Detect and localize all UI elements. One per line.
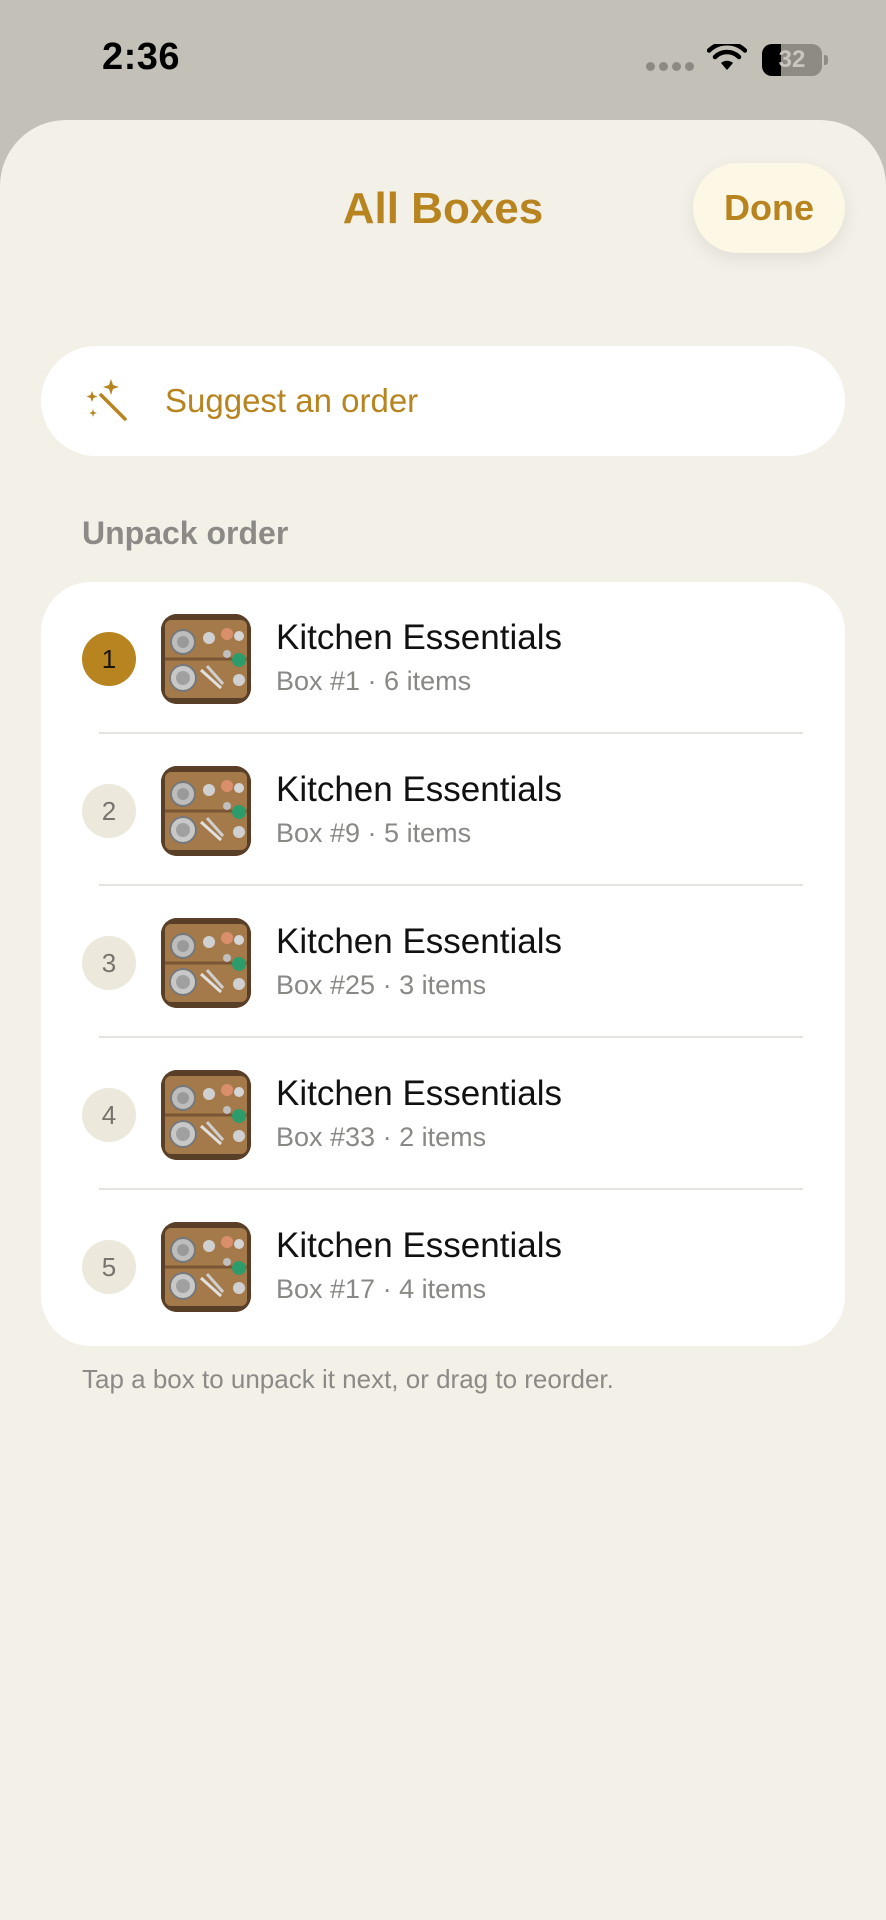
suggest-order-button[interactable]: Suggest an order — [41, 346, 845, 456]
box-subtitle: Box #9 · 5 items — [276, 818, 472, 848]
box-subtitle: Box #17 · 4 items — [276, 1274, 487, 1304]
box-thumbnail — [161, 1222, 251, 1312]
list-item[interactable]: 4 Kitchen Essentials Box #33 · 2 items — [41, 1038, 845, 1190]
box-title: Kitchen Essentials — [276, 770, 562, 809]
rank-badge: 2 — [82, 784, 136, 838]
box-title: Kitchen Essentials — [276, 922, 562, 961]
rank-badge: 1 — [82, 632, 136, 686]
status-bar: 2:36 32 — [0, 0, 886, 120]
rank-badge: 4 — [82, 1088, 136, 1142]
cellular-signal-icon — [646, 62, 694, 72]
list-item[interactable]: 5 Kitchen Essentials Box #17 · 4 items — [41, 1190, 845, 1342]
section-header-unpack-order: Unpack order — [82, 515, 289, 551]
list-item[interactable]: 1 Kitchen Essentials Box #1 · 6 items — [41, 582, 845, 734]
rank-badge: 3 — [82, 936, 136, 990]
all-boxes-sheet: All Boxes Done Suggest an order Unpack o… — [0, 120, 886, 1920]
box-thumbnail — [161, 614, 251, 704]
box-title: Kitchen Essentials — [276, 1226, 562, 1265]
unpack-order-list: 1 Kitchen Essentials Box #1 · 6 items 2 … — [41, 582, 845, 1346]
list-item[interactable]: 2 Kitchen Essentials Box #9 · 5 items — [41, 734, 845, 886]
box-thumbnail — [161, 1070, 251, 1160]
box-title: Kitchen Essentials — [276, 618, 562, 657]
box-title: Kitchen Essentials — [276, 1074, 562, 1113]
suggest-order-label: Suggest an order — [165, 382, 419, 419]
done-button[interactable]: Done — [693, 163, 845, 253]
rank-badge: 5 — [82, 1240, 136, 1294]
magic-wand-icon — [86, 379, 127, 421]
box-thumbnail — [161, 766, 251, 856]
battery-level: 32 — [778, 46, 806, 73]
box-subtitle: Box #25 · 3 items — [276, 970, 487, 1000]
list-item[interactable]: 3 Kitchen Essentials Box #25 · 3 items — [41, 886, 845, 1038]
reorder-hint: Tap a box to unpack it next, or drag to … — [82, 1364, 614, 1394]
wifi-icon — [707, 44, 747, 70]
status-time: 2:36 — [102, 36, 181, 78]
box-thumbnail — [161, 918, 251, 1008]
battery-icon: 32 — [762, 44, 828, 76]
box-subtitle: Box #33 · 2 items — [276, 1122, 487, 1152]
box-subtitle: Box #1 · 6 items — [276, 666, 472, 696]
